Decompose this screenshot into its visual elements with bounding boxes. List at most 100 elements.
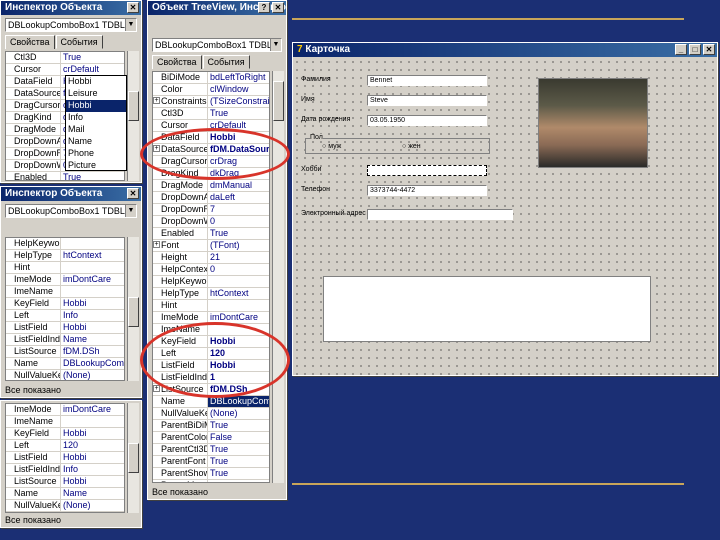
close-icon[interactable]: ✕ — [703, 44, 715, 55]
lookup-combo-hobby[interactable] — [367, 165, 487, 176]
object-inspector-window-2[interactable]: Инспектор Объекта ✕ DBLookupComboBox1 TDB… — [0, 186, 142, 398]
property-value[interactable]: dmManual — [208, 180, 269, 191]
property-value[interactable]: 21 — [208, 252, 269, 263]
edit-email[interactable] — [367, 209, 513, 220]
radio-male[interactable]: ○ муж — [322, 143, 341, 150]
property-row[interactable]: DropDownWidth0 — [153, 216, 269, 228]
property-row[interactable]: HelpContext 0 — [153, 264, 269, 276]
property-value[interactable]: bdLeftToRight — [208, 72, 269, 83]
property-row[interactable]: HelpType htContext — [6, 250, 124, 262]
property-row[interactable]: DropDownRows7 — [153, 204, 269, 216]
property-row[interactable]: Name Name — [6, 488, 124, 500]
property-value[interactable]: Hobbi — [61, 452, 124, 463]
property-row[interactable]: KeyField Hobbi — [6, 298, 124, 310]
property-row[interactable]: ParentShowHintTrue — [153, 468, 269, 480]
property-row[interactable]: +Constraints(TSizeConstraints) — [153, 96, 269, 108]
property-value[interactable]: (None) — [61, 370, 124, 380]
property-row[interactable]: Name DBLookupComboBox1 — [6, 358, 124, 370]
property-row[interactable]: HelpKeyword — [153, 276, 269, 288]
property-row[interactable]: ImeName — [6, 286, 124, 298]
property-value[interactable] — [61, 262, 124, 273]
edit-dob[interactable]: 03.05.1950 — [367, 115, 487, 126]
object-inspector-window-1[interactable]: Инспектор Объекта ✕ DBLookupComboBox1 TDB… — [0, 0, 142, 183]
title-bar[interactable]: Объект TreeView, Инспектор Объекта?✕ — [148, 1, 286, 15]
property-value[interactable]: Name — [61, 488, 124, 499]
form-window[interactable]: 7 Карточка _ □ ✕ Фамилия Bennet Имя Stev… — [292, 42, 718, 376]
property-value[interactable] — [208, 300, 269, 311]
property-row[interactable]: Left 120 — [6, 440, 124, 452]
scrollbar[interactable] — [127, 403, 139, 513]
dropdown-option[interactable]: Phone — [66, 148, 126, 160]
property-value[interactable] — [61, 286, 124, 297]
property-row[interactable]: NullValueKey(None) — [6, 370, 124, 380]
dropdown-option[interactable]: Hobbi — [66, 76, 126, 88]
property-value[interactable]: fDM.DSh — [61, 346, 124, 357]
object-selector[interactable]: DBLookupComboBox1 TDBLookupComboBox▼ — [5, 204, 137, 218]
property-row[interactable]: ListFieldIndexName — [6, 334, 124, 346]
property-value[interactable]: 7 — [208, 204, 269, 215]
property-value[interactable]: True — [61, 172, 124, 180]
property-row[interactable]: ParentBiDiModeTrue — [153, 420, 269, 432]
edit-phone[interactable]: 3373744-4472 — [367, 185, 487, 196]
property-value[interactable]: 0 — [208, 264, 269, 275]
property-row[interactable]: Hint — [153, 300, 269, 312]
expand-icon[interactable]: + — [153, 385, 160, 392]
property-row[interactable]: NullValueKey(None) — [153, 408, 269, 420]
property-value[interactable]: True — [208, 468, 269, 479]
field-dropdown-list[interactable]: Hobbi Leisure Hobbi Info Mail Name Phone Pictur… — [65, 75, 127, 171]
close-icon[interactable]: ✕ — [127, 188, 139, 199]
property-row[interactable]: ListField Hobbi — [6, 322, 124, 334]
property-value[interactable]: Info — [61, 310, 124, 321]
property-row[interactable]: ListField Hobbi — [6, 452, 124, 464]
close-icon[interactable]: ✕ — [127, 2, 139, 13]
edit-first[interactable]: Steve — [367, 95, 487, 106]
property-row[interactable]: BiDiMode bdLeftToRight — [153, 72, 269, 84]
property-value[interactable]: Hobbi — [61, 476, 124, 487]
title-bar[interactable]: Инспектор Объекта ✕ — [1, 1, 141, 15]
property-row[interactable]: Hint — [6, 262, 124, 274]
chevron-down-icon[interactable]: ▼ — [125, 205, 136, 217]
tab-properties[interactable]: Свойства — [152, 55, 202, 69]
edit-name[interactable]: Bennet — [367, 75, 487, 86]
property-row[interactable]: ListFieldIndexInfo — [6, 464, 124, 476]
property-row[interactable]: ParentCtl3D True — [153, 444, 269, 456]
property-value[interactable]: (TFont) — [208, 240, 269, 251]
scrollbar[interactable] — [127, 237, 139, 381]
object-inspector-main[interactable]: Объект TreeView, Инспектор Объекта?✕ DBL… — [147, 0, 287, 500]
property-value[interactable]: daLeft — [208, 192, 269, 203]
chevron-down-icon[interactable]: ▼ — [125, 19, 136, 31]
property-value[interactable]: crDefault — [61, 64, 124, 75]
property-value[interactable]: (None) — [208, 408, 269, 419]
title-bar[interactable]: Инспектор Объекта ✕ — [1, 187, 141, 201]
scrollbar[interactable] — [127, 51, 139, 181]
dropdown-option[interactable]: Picture — [66, 160, 126, 172]
dropdown-option[interactable]: Mail — [66, 124, 126, 136]
property-value[interactable]: Hobbi — [61, 298, 124, 309]
close-icon[interactable]: ✕ — [272, 2, 284, 13]
property-value[interactable]: Hobbi — [61, 428, 124, 439]
dropdown-option[interactable]: Leisure — [66, 88, 126, 100]
property-row[interactable]: + Font (TFont) — [153, 240, 269, 252]
property-row[interactable]: Ctl3D True — [6, 52, 124, 64]
property-row[interactable]: Left Info — [6, 310, 124, 322]
property-value[interactable] — [208, 276, 269, 287]
property-value[interactable]: True — [208, 228, 269, 239]
property-value[interactable]: 120 — [61, 440, 124, 451]
object-selector[interactable]: DBLookupComboBox1 TDBLookupComboBox▼ — [152, 38, 282, 52]
maximize-icon[interactable]: □ — [689, 44, 701, 55]
property-row[interactable]: ListSource Hobbi — [6, 476, 124, 488]
property-value[interactable]: 0 — [208, 216, 269, 227]
property-value[interactable]: True — [208, 420, 269, 431]
property-value[interactable]: (None) — [61, 500, 124, 511]
object-inspector-window-3[interactable]: ImeMode imDontCare ImeName KeyField Hobbi Lef… — [0, 400, 142, 528]
expand-icon[interactable]: + — [153, 241, 160, 248]
property-row[interactable]: ImeMode imDontCare — [6, 404, 124, 416]
dropdown-option[interactable]: Name — [66, 136, 126, 148]
property-row[interactable]: HelpType htContext — [153, 288, 269, 300]
property-row[interactable]: ImeName — [6, 416, 124, 428]
property-value[interactable]: True — [208, 456, 269, 467]
property-value[interactable]: clWindow — [208, 84, 269, 95]
property-row[interactable]: Enabled True — [6, 172, 124, 180]
property-value[interactable] — [208, 480, 269, 482]
property-row[interactable]: ListSource fDM.DSh — [6, 346, 124, 358]
